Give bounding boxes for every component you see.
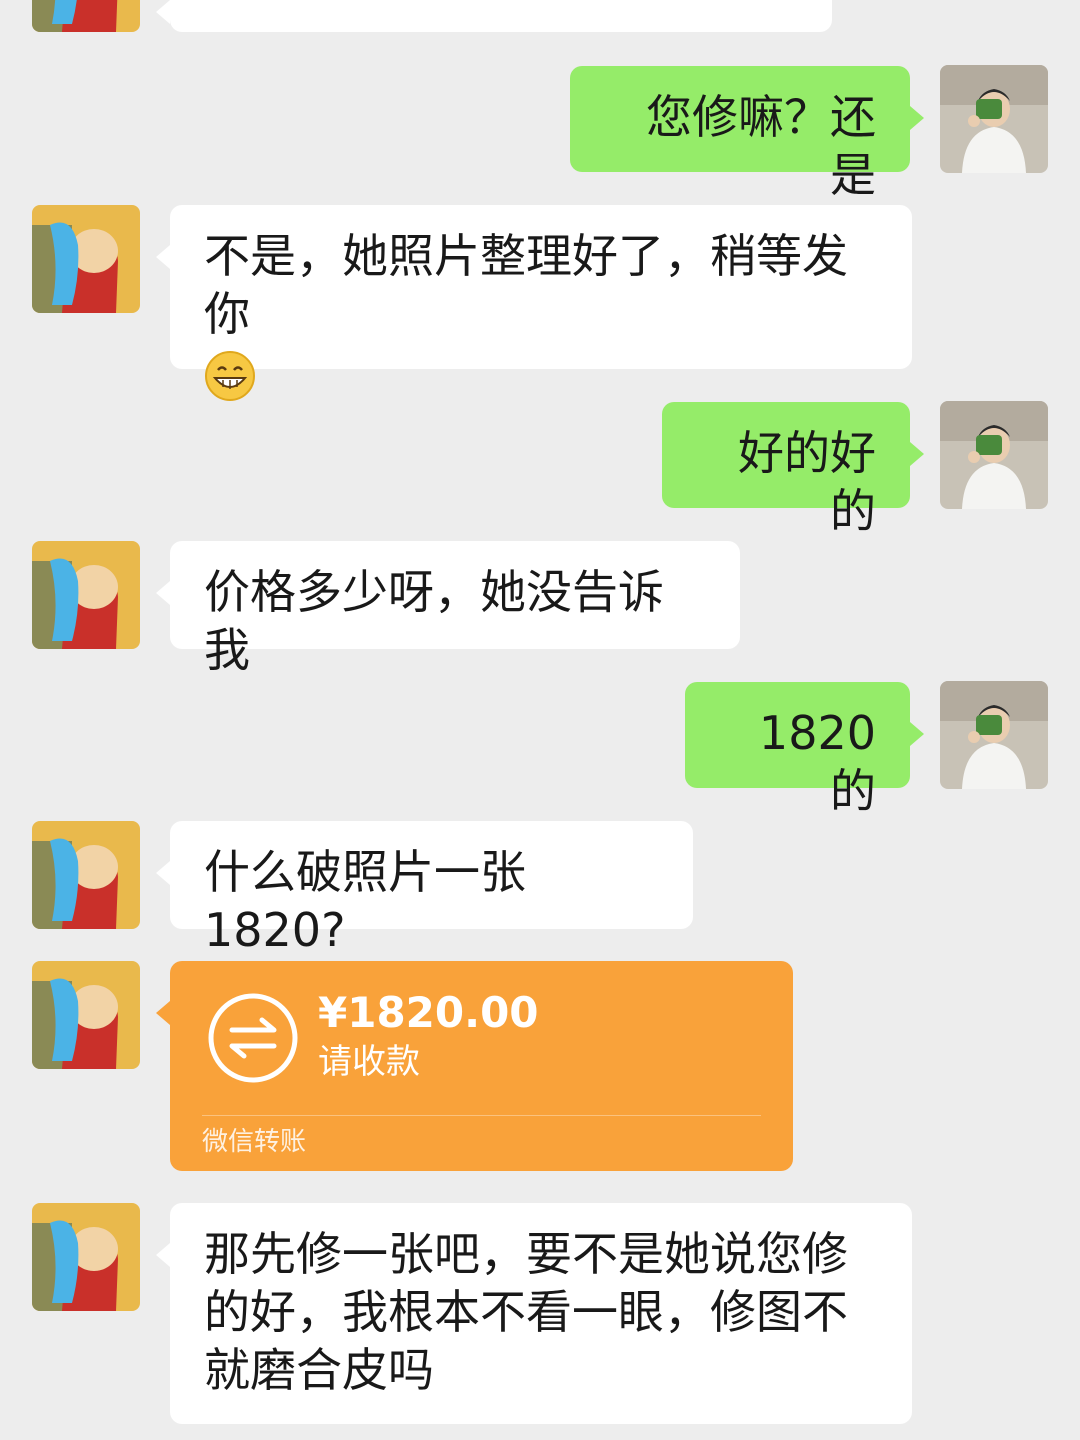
my-avatar[interactable]: [940, 65, 1048, 173]
message-bubble-outgoing[interactable]: 您修嘛？还是: [570, 66, 924, 202]
contact-avatar[interactable]: [32, 1203, 140, 1311]
message-text: 价格多少呀，她没告诉我: [204, 565, 664, 677]
transfer-status: 请收款: [318, 1042, 420, 1082]
my-avatar[interactable]: [940, 401, 1048, 509]
transfer-footer-label: 微信转账: [202, 1127, 307, 1157]
message-text: 那先修一张吧，要不是她说您修的好，我根本不看一眼，修图不就磨合皮吗: [204, 1227, 848, 1397]
message-text: 不是，她照片整理好了，稍等发你: [204, 229, 848, 341]
transfer-card[interactable]: ¥1820.00 请收款 微信转账: [156, 961, 793, 1171]
message-bubble-outgoing[interactable]: 1820 的: [685, 682, 924, 818]
contact-avatar[interactable]: [32, 541, 140, 649]
message-bubble-incoming[interactable]: 那先修一张吧，要不是她说您修的好，我根本不看一眼，修图不就磨合皮吗: [156, 1203, 912, 1424]
transfer-amount: ¥1820.00: [318, 988, 539, 1037]
message-text: 您修嘛？还是: [646, 90, 876, 202]
my-avatar[interactable]: [940, 681, 1048, 789]
grin-emoji-icon: [204, 350, 256, 402]
message-text: 好的好的: [738, 426, 876, 538]
contact-avatar[interactable]: [32, 821, 140, 929]
message-bubble-incoming[interactable]: 不是，她照片整理好了，稍等发你: [156, 205, 912, 401]
message-bubble-outgoing[interactable]: 好的好的: [662, 402, 924, 538]
message-bubble-incoming[interactable]: 什么破照片一张 1820?: [156, 821, 693, 957]
message-bubble-incoming[interactable]: 价格多少呀，她没告诉我: [156, 541, 740, 677]
message-bubble-partial[interactable]: [156, 0, 832, 32]
contact-avatar[interactable]: [32, 205, 140, 313]
contact-avatar[interactable]: [32, 0, 140, 32]
message-text: 什么破照片一张 1820?: [204, 845, 526, 957]
transfer-arrows-icon: [206, 991, 300, 1085]
contact-avatar[interactable]: [32, 961, 140, 1069]
message-text: 1820 的: [758, 706, 876, 818]
transfer-divider: [202, 1115, 761, 1116]
